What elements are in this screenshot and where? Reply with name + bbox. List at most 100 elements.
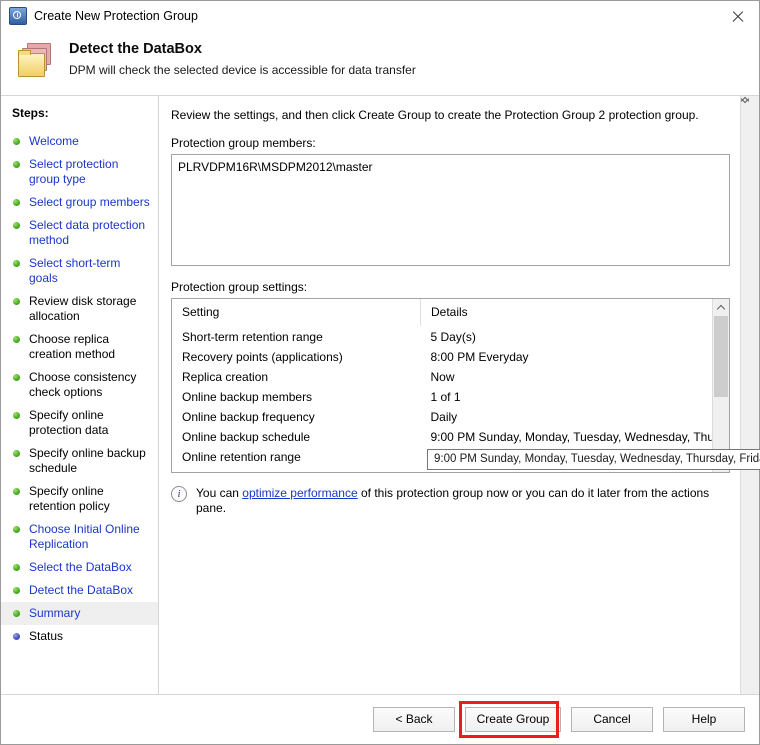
sidebar-step-select-the-databox[interactable]: Select the DataBox xyxy=(1,556,158,579)
stacked-folders-icon xyxy=(17,43,57,81)
settings-scrollbar[interactable] xyxy=(712,299,729,472)
dialog-footer: < Back Create Group Cancel Help xyxy=(1,694,759,744)
table-row[interactable]: Online backup members 1 of 1 xyxy=(172,387,712,407)
sidebar-step-choose-consistency-check-options[interactable]: Choose consistency check options xyxy=(1,366,158,404)
table-row[interactable]: Recovery points (applications) 8:00 PM Ev… xyxy=(172,347,712,367)
title-bar: Create New Protection Group xyxy=(1,1,759,31)
info-icon: i xyxy=(171,486,187,502)
intro-text: Review the settings, and then click Crea… xyxy=(171,108,699,122)
chevron-up-icon xyxy=(717,304,725,312)
scroll-up-button[interactable] xyxy=(713,299,729,316)
schedule-tooltip: 9:00 PM Sunday, Monday, Tuesday, Wednesd… xyxy=(427,449,760,470)
cell-details: Now xyxy=(430,370,455,384)
sidebar-step-label: Status xyxy=(29,629,64,643)
create-group-button-wrapper: Create Group xyxy=(455,701,561,738)
step-bullet-icon xyxy=(13,412,20,419)
sidebar-step-label: Select short-term goals xyxy=(29,256,121,285)
cell-setting: Recovery points (applications) xyxy=(182,350,343,364)
window-title: Create New Protection Group xyxy=(34,9,198,23)
sidebar-step-label: Specify online backup schedule xyxy=(29,446,146,475)
step-bullet-icon xyxy=(13,610,20,617)
back-button[interactable]: < Back xyxy=(373,707,455,732)
step-bullet-icon xyxy=(13,222,20,229)
step-bullet-icon xyxy=(13,260,20,267)
sidebar-step-welcome[interactable]: Welcome xyxy=(1,130,158,153)
optimize-info-row: i You can optimize performance of this p… xyxy=(171,486,730,516)
sidebar-step-label: Choose replica creation method xyxy=(29,332,116,361)
cell-details: 9:00 PM Sunday, Monday, Tuesday, Wednesd… xyxy=(430,430,713,444)
page-subtitle: DPM will check the selected device is ac… xyxy=(69,63,416,77)
sidebar-step-select-group-members[interactable]: Select group members xyxy=(1,191,158,214)
sidebar-step-label: Specify online retention policy xyxy=(29,484,110,513)
cell-setting: Short-term retention range xyxy=(182,330,323,344)
table-row[interactable]: Online backup schedule 9:00 PM Sunday, Mo… xyxy=(172,427,712,447)
cell-details: Daily xyxy=(430,410,458,424)
settings-label: Protection group settings: xyxy=(171,280,308,294)
header-text-block: Detect the DataBox DPM will check the se… xyxy=(57,37,416,77)
create-group-button[interactable]: Create Group xyxy=(465,707,561,732)
dialog-body: Steps: Welcome Select protection group ty… xyxy=(1,95,760,694)
cancel-button[interactable]: Cancel xyxy=(571,707,653,732)
table-header-row: Setting Details xyxy=(172,299,712,327)
help-button[interactable]: Help xyxy=(663,707,745,732)
step-bullet-icon xyxy=(13,298,20,305)
scroll-thumb[interactable] xyxy=(714,316,728,397)
step-bullet-icon xyxy=(13,526,20,533)
page-header: Detect the DataBox DPM will check the se… xyxy=(1,31,759,95)
cell-setting: Online backup schedule xyxy=(182,430,311,444)
steps-sidebar: Steps: Welcome Select protection group ty… xyxy=(1,96,159,694)
sidebar-step-choose-replica-creation-method[interactable]: Choose replica creation method xyxy=(1,328,158,366)
sidebar-step-label: Specify online protection data xyxy=(29,408,109,437)
members-listbox[interactable]: PLRVDPM16R\MSDPM2012\master xyxy=(171,154,730,266)
dpm-clock-icon xyxy=(9,7,27,25)
summary-content: Review the settings, and then click Crea… xyxy=(159,96,760,694)
sidebar-step-specify-online-retention-policy[interactable]: Specify online retention policy xyxy=(1,480,158,518)
close-button[interactable] xyxy=(715,1,759,31)
sidebar-step-select-short-term-goals[interactable]: Select short-term goals xyxy=(1,252,158,290)
settings-list[interactable]: Setting Details Short-term retention ran… xyxy=(172,299,712,472)
optimize-performance-link[interactable]: optimize performance xyxy=(242,486,357,500)
steps-list: Welcome Select protection group type Selec… xyxy=(1,130,158,648)
cell-details: 8:00 PM Everyday xyxy=(430,350,529,364)
sidebar-step-label: Select the DataBox xyxy=(29,560,132,574)
column-header-setting[interactable]: Setting xyxy=(172,299,421,327)
settings-table: Setting Details Short-term retention ran… xyxy=(172,299,712,467)
sidebar-step-specify-online-protection-data[interactable]: Specify online protection data xyxy=(1,404,158,442)
page-title: Detect the DataBox xyxy=(69,41,202,57)
sidebar-step-label: Select protection group type xyxy=(29,157,119,186)
steps-title: Steps: xyxy=(12,106,49,120)
column-header-details[interactable]: Details xyxy=(420,299,712,327)
sidebar-step-status[interactable]: Status xyxy=(1,625,158,648)
sidebar-step-detect-the-databox[interactable]: Detect the DataBox xyxy=(1,579,158,602)
sidebar-step-select-protection-group-type[interactable]: Select protection group type xyxy=(1,153,158,191)
content-scrollbar[interactable] xyxy=(740,96,759,694)
step-bullet-icon xyxy=(13,587,20,594)
table-row[interactable]: Online backup frequency Daily xyxy=(172,407,712,427)
cell-details: 5 Day(s) xyxy=(430,330,476,344)
table-row[interactable]: Short-term retention range 5 Day(s) xyxy=(172,327,712,348)
sidebar-step-summary[interactable]: Summary xyxy=(1,602,158,625)
sidebar-step-label: Summary xyxy=(29,606,81,620)
settings-panel: Setting Details Short-term retention ran… xyxy=(171,298,730,473)
step-bullet-icon xyxy=(13,564,20,571)
info-text: You can optimize performance of this pro… xyxy=(196,486,730,516)
sidebar-step-specify-online-backup-schedule[interactable]: Specify online backup schedule xyxy=(1,442,158,480)
sidebar-step-select-data-protection-method[interactable]: Select data protection method xyxy=(1,214,158,252)
sidebar-step-review-disk-storage-allocation[interactable]: Review disk storage allocation xyxy=(1,290,158,328)
sidebar-step-choose-initial-online-replication[interactable]: Choose Initial Online Replication xyxy=(1,518,158,556)
cell-details: 1 of 1 xyxy=(430,390,461,404)
table-row[interactable]: Replica creation Now xyxy=(172,367,712,387)
cell-setting: Online backup frequency xyxy=(182,410,315,424)
step-bullet-icon xyxy=(13,633,20,640)
step-bullet-icon xyxy=(13,161,20,168)
sidebar-step-label: Welcome xyxy=(29,134,79,148)
step-bullet-icon xyxy=(13,488,20,495)
scroll-track[interactable] xyxy=(713,316,729,455)
list-item: PLRVDPM16R\MSDPM2012\master xyxy=(178,160,373,174)
step-bullet-icon xyxy=(13,336,20,343)
cell-setting: Online retention range xyxy=(182,450,301,464)
cell-setting: Online backup members xyxy=(182,390,313,404)
members-label: Protection group members: xyxy=(171,136,316,150)
sidebar-step-label: Review disk storage allocation xyxy=(29,294,137,323)
sidebar-step-label: Choose consistency check options xyxy=(29,370,137,399)
